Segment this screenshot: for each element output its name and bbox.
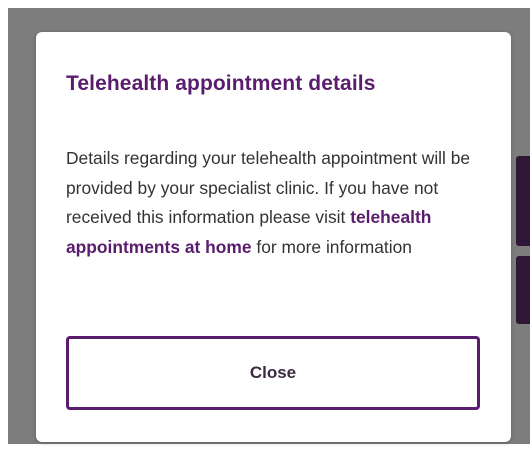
dialog-message-text-end: for more information [256,236,412,257]
background-panel-edge [516,256,530,324]
dialog-message: Details regarding your telehealth appoin… [66,144,486,262]
background-panel-edge [516,156,530,246]
dialog-title: Telehealth appointment details [66,72,376,95]
telehealth-dialog: Telehealth appointment details Details r… [36,32,511,442]
close-button[interactable]: Close [66,336,480,410]
